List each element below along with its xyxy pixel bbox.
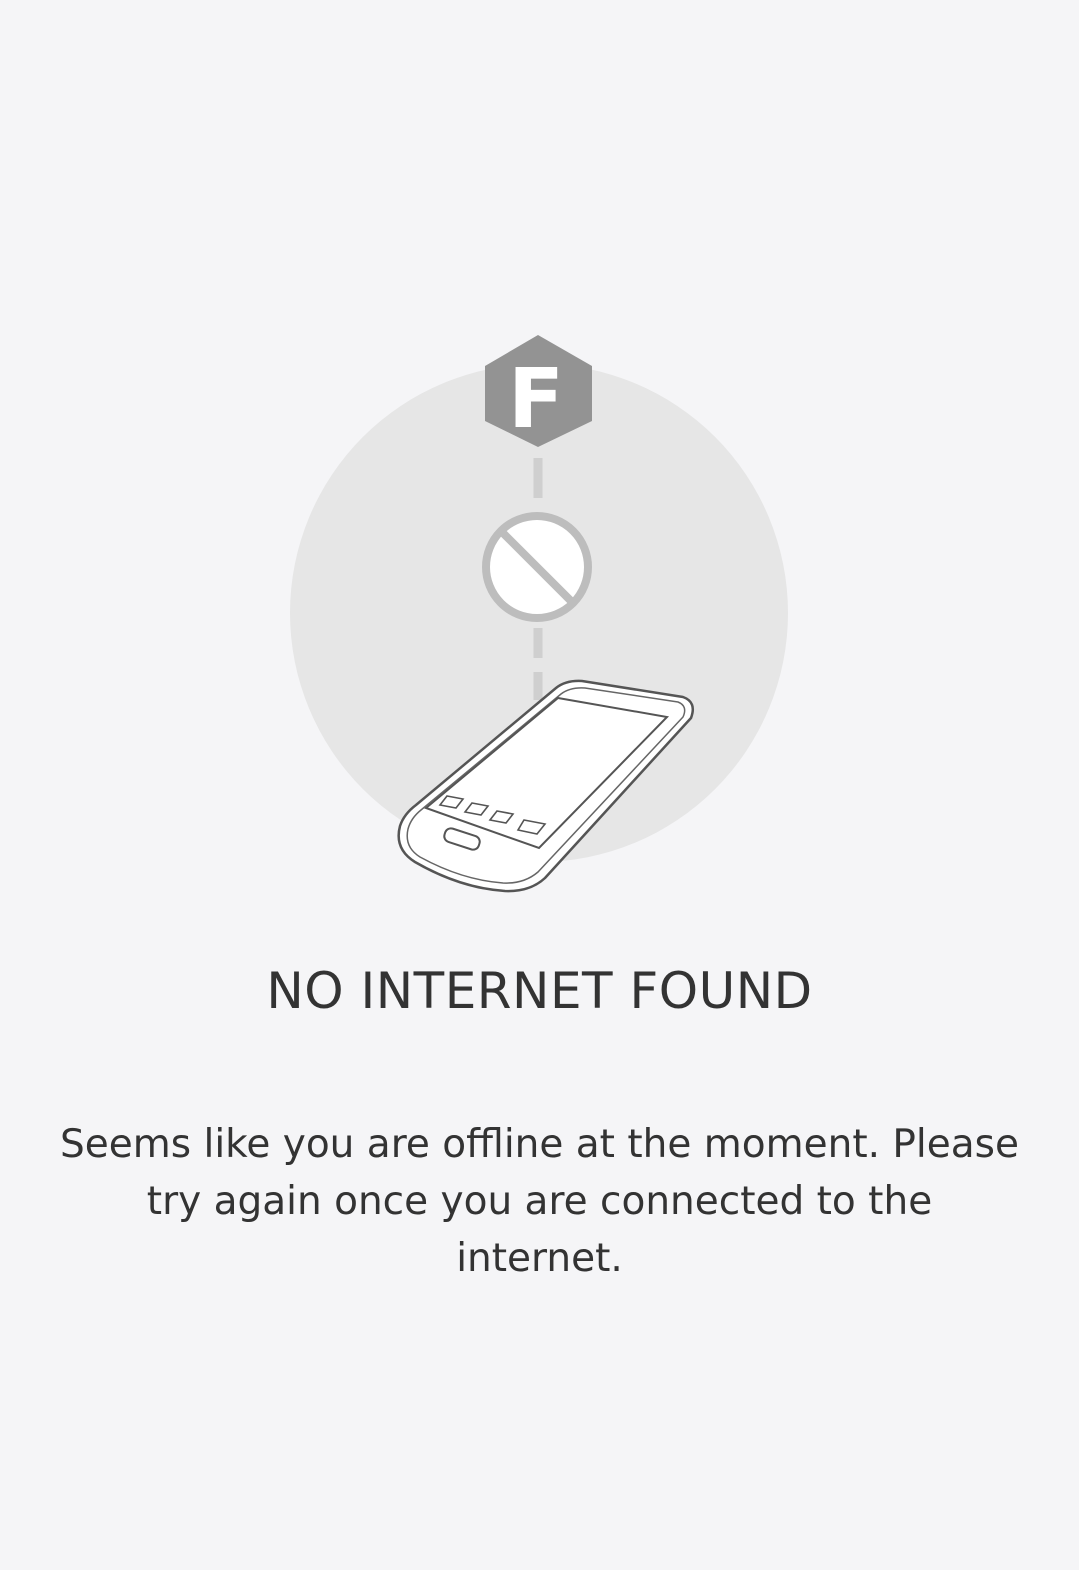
logo-letter: F <box>508 352 564 447</box>
no-connection-icon <box>482 512 592 622</box>
no-internet-screen: F NO INTERNET FOUND Seems like you are o… <box>0 0 1079 1570</box>
error-message: Seems like you are offline at the moment… <box>60 1122 1019 1281</box>
offline-illustration: F <box>290 335 788 893</box>
error-title: NO INTERNET FOUND <box>266 962 813 1020</box>
